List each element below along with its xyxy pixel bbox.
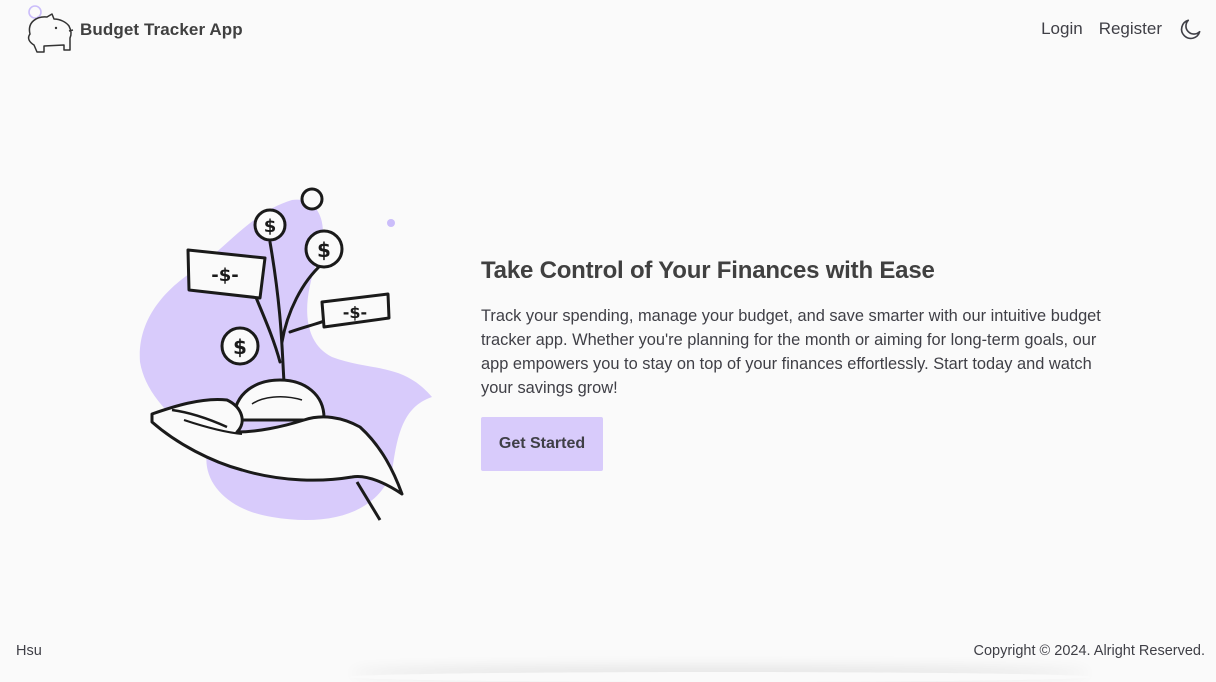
svg-text:-$-: -$- — [343, 303, 367, 322]
moon-icon — [1180, 19, 1201, 40]
get-started-button[interactable]: Get Started — [481, 417, 603, 471]
svg-text:$: $ — [264, 216, 277, 237]
footer-copyright: Copyright © 2024. Alright Reserved. — [973, 643, 1205, 659]
footer: Hsu Copyright © 2024. Alright Reserved. — [0, 636, 1216, 676]
brand-title: Budget Tracker App — [80, 20, 243, 39]
footer-shadow — [350, 672, 1090, 682]
hero-description: Track your spending, manage your budget,… — [481, 307, 1101, 397]
login-link[interactable]: Login — [1041, 19, 1083, 39]
hero-title: Take Control of Your Finances with Ease — [481, 257, 935, 284]
theme-toggle-button[interactable] — [1178, 16, 1204, 42]
svg-text:-$-: -$- — [211, 265, 238, 286]
footer-author: Hsu — [16, 643, 42, 659]
navbar: Budget Tracker App Login Register — [0, 0, 1216, 60]
piggy-bank-icon — [27, 5, 74, 53]
hero-content: Take Control of Your Finances with Ease … — [481, 256, 1111, 471]
hand-holding-money-plant-icon: $ $ $ -$- -$- — [139, 187, 433, 521]
svg-text:$: $ — [233, 335, 247, 359]
brand-link[interactable]: Budget Tracker App — [22, 4, 243, 56]
svg-text:$: $ — [317, 238, 331, 262]
register-link[interactable]: Register — [1099, 19, 1162, 39]
nav-links: Login Register — [1041, 14, 1216, 44]
